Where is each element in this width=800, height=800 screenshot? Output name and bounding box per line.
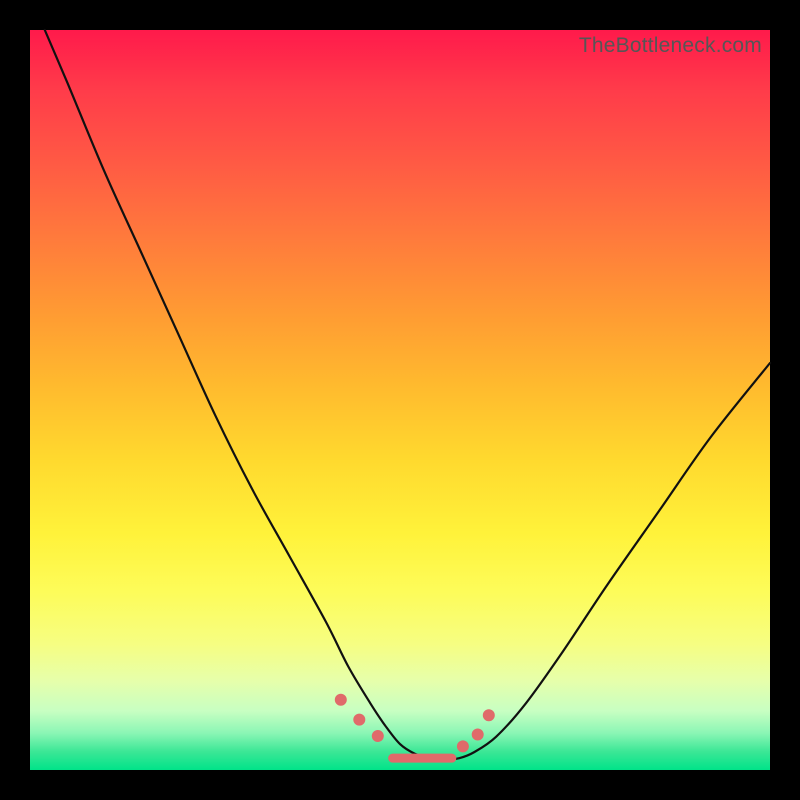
marker-dot xyxy=(457,741,468,752)
marker-dot xyxy=(472,729,483,740)
curve-svg xyxy=(30,30,770,770)
marker-dot xyxy=(372,730,383,741)
chart-frame: TheBottleneck.com xyxy=(0,0,800,800)
marker-dot xyxy=(335,694,346,705)
bottleneck-curve xyxy=(45,30,770,760)
marker-dot xyxy=(354,714,365,725)
optimal-range-markers xyxy=(335,694,494,758)
marker-dot xyxy=(483,710,494,721)
plot-area: TheBottleneck.com xyxy=(30,30,770,770)
